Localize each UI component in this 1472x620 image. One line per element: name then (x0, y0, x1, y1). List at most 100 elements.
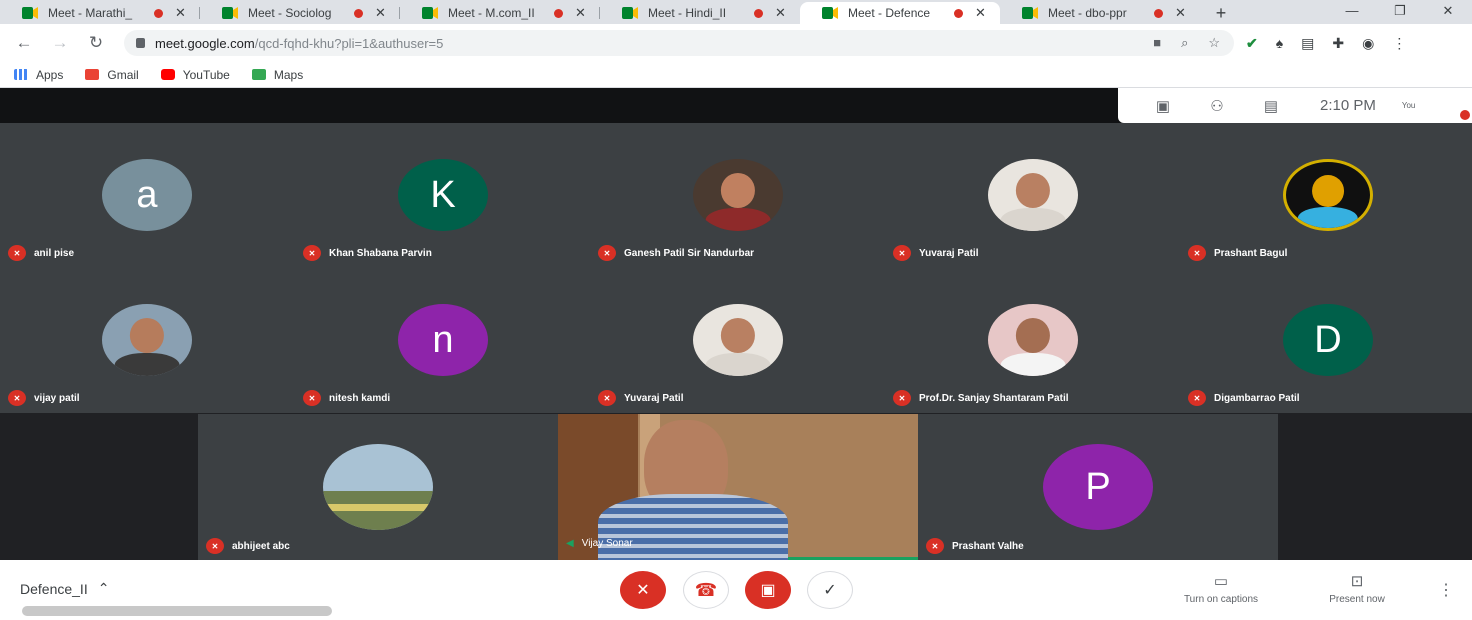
present-label: Present now (1329, 594, 1385, 605)
participant-avatar: n (398, 304, 488, 376)
minimize-button[interactable]: — (1328, 0, 1376, 24)
participant-nametag: ✕ nitesh kamdi (303, 390, 390, 406)
forward-icon[interactable]: → (42, 33, 78, 53)
meet-favicon-icon (422, 7, 438, 19)
meet-favicon-icon (222, 7, 238, 19)
camera-toggle-button[interactable]: ▣ (745, 571, 791, 609)
apps-grid-icon (14, 69, 28, 80)
meet-favicon-icon (622, 7, 638, 19)
close-tab-icon[interactable]: ✕ (575, 5, 586, 21)
recording-icon (1154, 8, 1163, 18)
participant-tile[interactable]: ✕ Ganesh Patil Sir Nandurbar (590, 123, 885, 268)
tab-title: Meet - M.com_II (448, 6, 535, 20)
self-muted-indicator (1460, 110, 1470, 120)
participant-nametag: ✕ anil pise (8, 245, 74, 261)
participant-nametag: ✕ abhijeet abc (206, 538, 290, 554)
browser-tab[interactable]: Meet - Hindi_II ✕ (600, 2, 800, 24)
tab-title: Meet - dbo-ppr (1048, 6, 1127, 20)
close-tab-icon[interactable]: ✕ (375, 5, 386, 21)
mic-off-icon: ✕ (1188, 390, 1206, 406)
chat-icon[interactable]: ▤ (1244, 97, 1298, 115)
extension-icon[interactable]: ▤ (1301, 35, 1314, 52)
extra-action-button[interactable]: ✓ (807, 571, 853, 609)
participant-tile[interactable]: ✕ Yuvaraj Patil (590, 268, 885, 413)
participant-nametag: ✕ Digambarrao Patil (1188, 390, 1300, 406)
present-now-button[interactable]: ⊡ Present now (1302, 572, 1412, 605)
chevron-up-icon: ⌃ (97, 580, 110, 596)
people-icon[interactable]: ⚇ (1190, 97, 1244, 115)
tab-title: Meet - Hindi_II (648, 6, 727, 20)
participant-tile[interactable]: a ✕ anil pise (0, 123, 295, 268)
bookmark-star-icon[interactable]: ☆ (1208, 35, 1220, 51)
omnibox-actions: ■ ⌕ ☆ (1153, 35, 1234, 51)
presenter-shirt (598, 494, 788, 564)
youtube-icon (160, 69, 175, 80)
bookmark-maps[interactable]: Maps (251, 67, 304, 82)
reload-icon[interactable]: ↻ (78, 33, 114, 53)
self-view-label[interactable]: You (1402, 101, 1416, 110)
participant-nametag: ✕ Prashant Bagul (1188, 245, 1287, 261)
profile-icon[interactable]: ◉ (1362, 35, 1374, 52)
check-extension-icon[interactable]: ✔ (1246, 35, 1258, 52)
extension-icon[interactable]: ♠ (1276, 35, 1283, 51)
close-tab-icon[interactable]: ✕ (775, 5, 786, 21)
participant-tile[interactable]: ✕ Prof.Dr. Sanjay Shantaram Patil (885, 268, 1180, 413)
participant-tile[interactable]: ✕ Yuvaraj Patil (885, 123, 1180, 268)
browser-tab[interactable]: Meet - Sociolog ✕ (200, 2, 400, 24)
presenter-video[interactable]: ◀ Vijay Sonar (558, 414, 918, 564)
puzzle-icon[interactable]: ✚ (1332, 35, 1344, 52)
more-options-icon[interactable]: ⋮ (1438, 580, 1454, 600)
participant-photo (323, 444, 433, 530)
mic-off-icon: ✕ (598, 390, 616, 406)
browser-toolbar: ← → ↻ meet.google.com /qcd-fqhd-khu?pli=… (0, 24, 1472, 62)
participant-avatar: K (398, 159, 488, 231)
participant-nametag: ✕ vijay patil (8, 390, 80, 406)
leave-call-button[interactable]: ☎ (683, 571, 729, 609)
lock-icon (136, 38, 145, 48)
participant-tile[interactable]: K ✕ Khan Shabana Parvin (295, 123, 590, 268)
address-bar[interactable]: meet.google.com /qcd-fqhd-khu?pli=1&auth… (124, 30, 1234, 56)
bookmark-gmail[interactable]: Gmail (85, 68, 139, 82)
meet-stage: ▣ ⚇ ▤ 2:10 PM You a ✕ anil pise K ✕ Khan S… (0, 88, 1472, 564)
participant-tile[interactable]: n ✕ nitesh kamdi (295, 268, 590, 413)
browser-tab[interactable]: Meet - dbo-ppr ✕ (1000, 2, 1200, 24)
participant-tile[interactable]: P ✕ Prashant Valhe (918, 414, 1278, 560)
tab-title: Meet - Defence (848, 6, 931, 20)
meeting-details-icon[interactable]: ▣ (1136, 97, 1190, 115)
participant-tile[interactable]: ✕ Prashant Bagul (1180, 123, 1472, 268)
horizontal-scrollbar[interactable] (22, 606, 332, 616)
participant-nametag: ✕ Prof.Dr. Sanjay Shantaram Patil (893, 390, 1069, 406)
recording-icon (154, 8, 163, 18)
hangup-icon: ☎ (694, 579, 718, 600)
bookmark-label: Maps (273, 67, 304, 82)
participant-tile[interactable]: D ✕ Digambarrao Patil (1180, 268, 1472, 413)
new-tab-button[interactable]: + (1206, 2, 1236, 24)
restore-button[interactable]: ❐ (1376, 0, 1424, 24)
browser-tab-active[interactable]: Meet - Defence ✕ (800, 2, 1000, 24)
camera-indicator-icon[interactable]: ■ (1153, 35, 1161, 51)
browser-tab[interactable]: Meet - M.com_II ✕ (400, 2, 600, 24)
browser-tab[interactable]: Meet - Marathi_ ✕ (0, 2, 200, 24)
bookmark-label: YouTube (182, 67, 230, 82)
mic-off-icon: ✕ (636, 582, 650, 599)
bookmark-label: Apps (36, 67, 64, 82)
close-tab-icon[interactable]: ✕ (975, 5, 986, 21)
captions-button[interactable]: ▭ Turn on captions (1166, 572, 1276, 605)
back-icon[interactable]: ← (6, 33, 42, 53)
participant-photo (988, 304, 1078, 376)
url-host: meet.google.com (155, 35, 255, 51)
bookmark-apps[interactable]: Apps (14, 68, 63, 82)
close-tab-icon[interactable]: ✕ (1175, 5, 1186, 21)
close-window-button[interactable]: ✕ (1424, 0, 1472, 24)
participant-tile[interactable]: ✕ vijay patil (0, 268, 295, 413)
meeting-details-button[interactable]: Defence_II ⌃ (20, 580, 109, 597)
participant-avatar: P (1043, 444, 1153, 530)
participant-tile[interactable]: ✕ abhijeet abc (198, 414, 558, 560)
menu-icon[interactable]: ⋮ (1392, 35, 1406, 52)
bookmark-youtube[interactable]: YouTube (160, 67, 230, 82)
zoom-icon[interactable]: ⌕ (1181, 35, 1188, 51)
close-tab-icon[interactable]: ✕ (175, 5, 186, 21)
mic-toggle-button[interactable]: ✕ (620, 571, 666, 609)
tab-title: Meet - Sociolog (248, 6, 332, 20)
recording-icon (754, 8, 763, 18)
